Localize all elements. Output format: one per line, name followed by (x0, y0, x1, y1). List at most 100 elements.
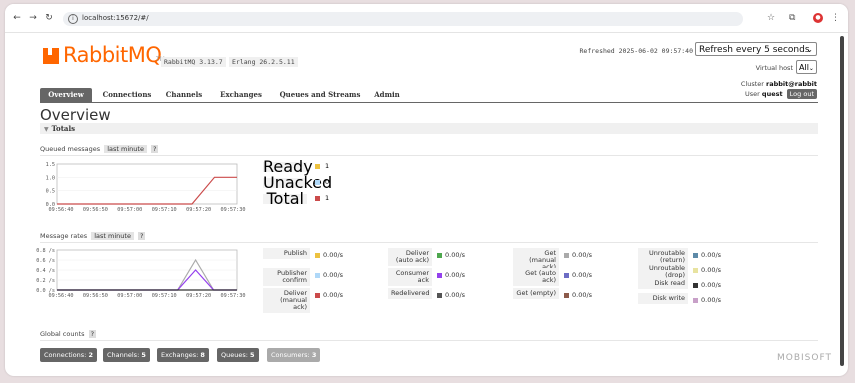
rate-legend-value: 0.00/s (323, 271, 344, 279)
rates-range-selector[interactable]: last minute (91, 232, 134, 240)
consumers-count-label: Consumers: (271, 351, 310, 359)
queued-chart-y-tick-label: 1.0 (46, 175, 55, 181)
rate-legend-swatch (564, 273, 569, 278)
rate-legend-swatch (315, 273, 320, 278)
queues-count-label: Queues: (221, 351, 248, 359)
rate-legend-value: 0.00/s (701, 266, 722, 274)
queued-range-selector[interactable]: last minute (104, 145, 147, 153)
rates-chart-x-tick-label: 09:56:40 (49, 293, 74, 299)
queued-messages-chart: 0.00.51.01.509:56:40 09:56:50 09:57:00 09:5… (46, 162, 246, 213)
rate-legend-value: 0.00/s (701, 251, 722, 259)
rates-chart-x-tick-label: 09:57:20 (186, 293, 211, 299)
queued-legend-value: 1 (325, 162, 330, 170)
chevron-down-icon: ⌄ (808, 65, 814, 72)
rate-legend-value: 0.00/s (572, 271, 593, 279)
rate-legend-label: Publisher confirm (263, 268, 310, 286)
rate-legend-value: 0.00/s (572, 251, 593, 259)
rate-legend-swatch (693, 253, 698, 258)
virtual-host-select[interactable]: All⌄ (796, 60, 817, 74)
page-scrollbar[interactable] (840, 36, 844, 366)
tab-connections[interactable]: Connections (102, 88, 152, 102)
exchanges-count-button[interactable]: Exchanges: 8 (157, 348, 209, 362)
global-counts-header: Global counts ? (40, 330, 97, 338)
consumers-count-button[interactable]: Consumers: 3 (267, 348, 321, 362)
rate-legend-swatch (693, 298, 698, 303)
back-icon[interactable]: ← (11, 12, 23, 24)
rate-legend-value: 0.00/s (445, 251, 466, 259)
rates-chart-x-tick-label: 09:57:00 (117, 293, 142, 299)
message-rates-header: Message rates last minute ? (40, 232, 146, 240)
logo-text: RabbitMQ (63, 43, 162, 67)
extensions-icon[interactable]: ⧉ (789, 12, 795, 24)
forward-icon[interactable]: → (27, 12, 39, 24)
rate-legend-swatch (693, 268, 698, 273)
rate-legend-value: 0.00/s (701, 296, 722, 304)
rate-legend-label: Disk read (638, 278, 688, 289)
queued-help-button[interactable]: ? (151, 145, 159, 153)
tab-queues-and-streams[interactable]: Queues and Streams (276, 88, 364, 102)
page-title: Overview (40, 106, 111, 124)
totals-section-toggle[interactable]: ▼ Totals (40, 123, 818, 134)
queued-legend-value: 0 (325, 178, 330, 186)
queued-messages-header: Queued messages last minute ? (40, 145, 159, 153)
channels-count-label: Channels: (107, 351, 140, 359)
mobisoft-watermark: MOBISOFT (777, 353, 832, 363)
cluster-info: Cluster rabbit@rabbit (741, 80, 817, 88)
reload-icon[interactable]: ↻ (43, 12, 55, 24)
queued-legend-swatch (315, 180, 320, 185)
connections-count-button[interactable]: Connections: 2 (40, 348, 97, 362)
channels-count-button[interactable]: Channels: 5 (103, 348, 150, 362)
tab-admin[interactable]: Admin (372, 88, 402, 102)
rate-legend-swatch (564, 253, 569, 258)
queued-chart-x-tick-label: 09:57:30 (221, 207, 246, 213)
queues-count-button[interactable]: Queues: 5 (217, 348, 259, 362)
erlang-version-badge: Erlang 26.2.5.11 (229, 57, 298, 67)
rate-legend-value: 0.00/s (323, 251, 344, 259)
global-counts-divider (40, 340, 818, 341)
rate-legend-swatch (315, 253, 320, 258)
cluster-label: Cluster (740, 80, 764, 88)
rate-legend-swatch (315, 293, 320, 298)
refreshed-timestamp: Refreshed 2025-06-02 09:57:40 (579, 47, 694, 55)
tab-channels[interactable]: Channels (163, 88, 205, 102)
rate-legend-value: 0.00/s (701, 281, 722, 289)
message-rates-legend: Publish 0.00/s Publisher confirm 0.00/s Deli… (263, 248, 823, 328)
rates-chart-x-tick-label: 09:56:50 (83, 293, 108, 299)
connections-count-label: Connections: (44, 351, 87, 359)
menu-kebab-icon[interactable]: ⋮ (831, 12, 840, 24)
rates-chart-y-tick-label: 0.2 /s (36, 278, 55, 284)
rates-chart-x-tick-label: 09:57:30 (221, 293, 246, 299)
tab-exchanges[interactable]: Exchanges (217, 88, 265, 102)
queued-messages-label: Queued messages (40, 145, 101, 153)
rate-legend-label: Deliver (manual ack) (263, 288, 310, 313)
user-label: User (745, 90, 760, 98)
global-counts-label: Global counts (40, 330, 85, 338)
exchanges-count-label: Exchanges: (161, 351, 199, 359)
browser-window: ← → ↻ i localhost:15672/#/ ☆ ⧉ ● ⋮ Rabbi… (5, 4, 848, 376)
rate-legend-value: 0.00/s (572, 291, 593, 299)
rate-legend-label: Disk write (638, 293, 688, 304)
rates-help-button[interactable]: ? (138, 232, 146, 240)
logout-button[interactable]: Log out (786, 89, 817, 99)
address-bar[interactable]: i localhost:15672/#/ (63, 12, 743, 26)
channels-count-value: 5 (141, 351, 146, 359)
global-counts-help-button[interactable]: ? (88, 330, 97, 338)
rate-legend-swatch (437, 273, 442, 278)
queued-chart-y-tick-label: 1.5 (46, 162, 55, 168)
refresh-interval-select[interactable]: Refresh every 5 seconds ⌄ (695, 42, 817, 56)
queued-chart-plot-frame (56, 163, 238, 205)
cluster-name: rabbit@rabbit (766, 80, 817, 88)
rate-legend-label: Deliver (auto ack) (388, 248, 432, 266)
consumers-count-value: 3 (311, 351, 317, 359)
profile-avatar-icon[interactable]: ● (813, 13, 823, 23)
rabbitmq-version-badge: RabbitMQ 3.13.7 (161, 57, 226, 67)
totals-heading: Totals (51, 124, 76, 133)
rate-legend-label: Consumer ack (388, 268, 432, 286)
rate-legend-value: 0.00/s (323, 291, 344, 299)
site-info-icon[interactable]: i (68, 14, 78, 24)
rate-legend-label: Get (auto ack) (513, 268, 559, 286)
tab-overview[interactable]: Overview (40, 88, 92, 102)
tab-rule (40, 102, 818, 103)
bookmark-star-icon[interactable]: ☆ (767, 12, 775, 24)
queued-legend-swatch (315, 164, 320, 169)
